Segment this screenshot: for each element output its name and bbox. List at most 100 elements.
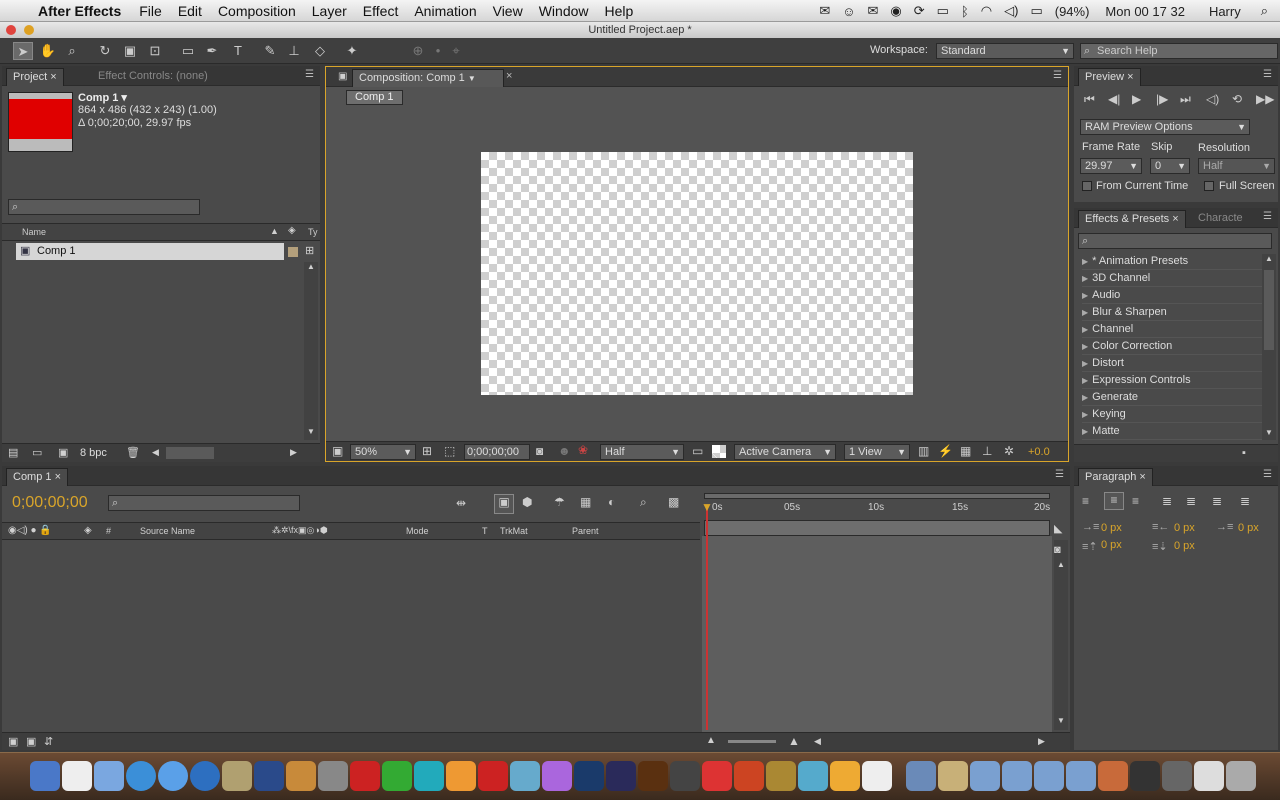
panel-menu-icon[interactable]: ☰ bbox=[1263, 69, 1272, 80]
itunes-icon[interactable] bbox=[158, 761, 188, 791]
frame-rate-dropdown[interactable]: 29.97 ▼ bbox=[1080, 158, 1142, 174]
menu-help[interactable]: Help bbox=[597, 3, 642, 19]
magnification-dropdown[interactable]: 50% ▼ bbox=[350, 444, 416, 460]
close-window-button[interactable] bbox=[6, 25, 16, 35]
ram-preview-icon[interactable]: ▶▶ bbox=[1256, 92, 1274, 106]
preview-resolution-dropdown[interactable]: Half ▼ bbox=[1198, 158, 1275, 174]
justify-last-right-icon[interactable]: ≣ bbox=[1212, 494, 1222, 508]
pixel-aspect-icon[interactable]: ▥ bbox=[918, 444, 929, 458]
new-folder-icon[interactable]: ▭ bbox=[32, 446, 42, 459]
timeline-icon[interactable]: ▦ bbox=[960, 444, 971, 458]
star-app-icon[interactable] bbox=[222, 761, 252, 791]
label-color-swatch[interactable] bbox=[288, 247, 298, 257]
bluetooth-icon[interactable]: ᛒ bbox=[955, 4, 975, 19]
view-layout-dropdown[interactable]: 1 View ▼ bbox=[844, 444, 910, 460]
screen-stack-icon[interactable] bbox=[1130, 761, 1160, 791]
play-icon[interactable]: ▶ bbox=[1132, 92, 1141, 106]
last-frame-icon[interactable]: ⏭ bbox=[1180, 92, 1191, 107]
mute-audio-icon[interactable]: ◁) bbox=[1206, 92, 1219, 106]
rectangle-tool-icon[interactable]: ▭ bbox=[178, 42, 198, 60]
effect-category-blur-sharpen[interactable]: ▶ Blur & Sharpen bbox=[1082, 304, 1262, 321]
clock[interactable]: Mon 00 17 32 bbox=[1095, 4, 1195, 19]
menu-file[interactable]: File bbox=[131, 3, 170, 19]
panel-menu-icon[interactable]: ☰ bbox=[305, 69, 314, 80]
view-axis-icon[interactable]: ⌖ bbox=[446, 42, 466, 60]
column-parent[interactable]: Parent bbox=[572, 526, 599, 536]
timeline-scrollbar[interactable]: ▲ ▼ bbox=[1054, 540, 1068, 730]
column-preserve-transparency[interactable]: T bbox=[482, 526, 488, 536]
flash-icon[interactable] bbox=[670, 761, 700, 791]
work-area-bar[interactable] bbox=[704, 493, 1050, 499]
messenger-icon[interactable] bbox=[510, 761, 540, 791]
new-composition-icon[interactable]: ▣ bbox=[58, 446, 68, 459]
menu-layer[interactable]: Layer bbox=[304, 3, 355, 19]
space-after-value[interactable]: 0 px bbox=[1174, 540, 1195, 552]
live-update-icon[interactable]: ▣ bbox=[494, 494, 514, 514]
safari-icon[interactable] bbox=[126, 761, 156, 791]
modes-toggle-icon[interactable]: ▣ bbox=[26, 735, 36, 748]
folder-5-icon[interactable] bbox=[1066, 761, 1096, 791]
indent-right-value[interactable]: 0 px bbox=[1174, 522, 1195, 534]
panel-menu-icon[interactable]: ☰ bbox=[1263, 469, 1272, 480]
align-right-icon[interactable]: ≡ bbox=[1132, 494, 1139, 508]
justify-last-left-icon[interactable]: ≣ bbox=[1162, 494, 1172, 508]
after-effects-icon[interactable] bbox=[606, 761, 636, 791]
app-menu[interactable]: After Effects bbox=[36, 3, 131, 19]
tab-composition[interactable]: Composition: Comp 1 ▼ bbox=[352, 69, 504, 87]
menu-edit[interactable]: Edit bbox=[170, 3, 210, 19]
pen-tool-icon[interactable]: ✒ bbox=[202, 42, 222, 60]
flowchart-icon[interactable]: ⊥ bbox=[982, 444, 992, 458]
selection-tool-icon[interactable]: ➤ bbox=[13, 42, 33, 60]
effects-search-input[interactable]: ⌕ bbox=[1078, 233, 1272, 249]
skip-dropdown[interactable]: 0 ▼ bbox=[1150, 158, 1190, 174]
tab-paragraph[interactable]: Paragraph × bbox=[1078, 468, 1153, 486]
finder-icon[interactable] bbox=[30, 761, 60, 791]
playhead-icon[interactable]: ▼ bbox=[701, 500, 713, 514]
tab-effect-controls[interactable]: Effect Controls: (none) bbox=[92, 68, 214, 86]
folder-2-icon[interactable] bbox=[970, 761, 1000, 791]
chair-app-icon[interactable] bbox=[478, 761, 508, 791]
close-tab-icon[interactable]: × bbox=[506, 70, 512, 82]
snapshot-camera-icon[interactable]: ◙ bbox=[536, 444, 543, 458]
effect-category-matte[interactable]: ▶ Matte bbox=[1082, 423, 1262, 440]
menu-composition[interactable]: Composition bbox=[210, 3, 304, 19]
contact-icon[interactable]: ☺ bbox=[836, 4, 861, 19]
menu-window[interactable]: Window bbox=[531, 3, 597, 19]
scroll-left-icon[interactable]: ◀ bbox=[152, 447, 159, 458]
document-stack-icon[interactable] bbox=[1194, 761, 1224, 791]
timeline-current-time[interactable]: 0;00;00;00 bbox=[12, 494, 88, 512]
composition-viewer-canvas[interactable] bbox=[481, 152, 913, 395]
bridge-icon[interactable] bbox=[638, 761, 668, 791]
guitar-icon[interactable] bbox=[766, 761, 796, 791]
justify-all-icon[interactable]: ≣ bbox=[1240, 494, 1250, 508]
spotlight-icon[interactable]: ⌕ bbox=[1255, 3, 1280, 19]
image-stack-icon[interactable] bbox=[1098, 761, 1128, 791]
effect-category-channel[interactable]: ▶ Channel bbox=[1082, 321, 1262, 338]
preview-app-icon[interactable] bbox=[862, 761, 892, 791]
envelope-icon[interactable]: ✉ bbox=[862, 3, 885, 19]
system-preferences-icon[interactable] bbox=[318, 761, 348, 791]
arrow-app-icon[interactable] bbox=[734, 761, 764, 791]
minimize-window-button[interactable] bbox=[24, 25, 34, 35]
trash-dock-icon[interactable] bbox=[1226, 761, 1256, 791]
folder-3-icon[interactable] bbox=[1002, 761, 1032, 791]
battery-percent[interactable]: (94%) bbox=[1049, 4, 1096, 19]
type-tool-icon[interactable]: T bbox=[228, 42, 248, 60]
first-line-indent-value[interactable]: 0 px bbox=[1238, 522, 1259, 534]
show-snapshot-icon[interactable]: ☻ bbox=[558, 444, 571, 458]
exposure-value[interactable]: +0.0 bbox=[1028, 446, 1050, 458]
horizontal-scroll-thumb[interactable] bbox=[166, 447, 214, 459]
column-source-name[interactable]: Source Name bbox=[140, 526, 195, 536]
panel-menu-icon[interactable]: ☰ bbox=[1053, 70, 1062, 81]
frame-blending-icon[interactable]: ▦ bbox=[580, 495, 591, 509]
comp-mini-flowchart-icon[interactable]: ⇹ bbox=[456, 496, 466, 510]
space-before-value[interactable]: 0 px bbox=[1101, 539, 1122, 551]
project-search-input[interactable]: ⌕ bbox=[8, 199, 200, 215]
resolution-dropdown[interactable]: Half ▼ bbox=[600, 444, 684, 460]
effect-category-audio[interactable]: ▶ Audio bbox=[1082, 287, 1262, 304]
green-app-icon[interactable] bbox=[382, 761, 412, 791]
label-tag-icon[interactable]: ◈ bbox=[84, 525, 92, 536]
user-menu[interactable]: Harry bbox=[1195, 4, 1255, 19]
wifi-icon[interactable]: ◠ bbox=[975, 3, 998, 19]
timing-toggle-icon[interactable]: ⇵ bbox=[44, 735, 53, 748]
